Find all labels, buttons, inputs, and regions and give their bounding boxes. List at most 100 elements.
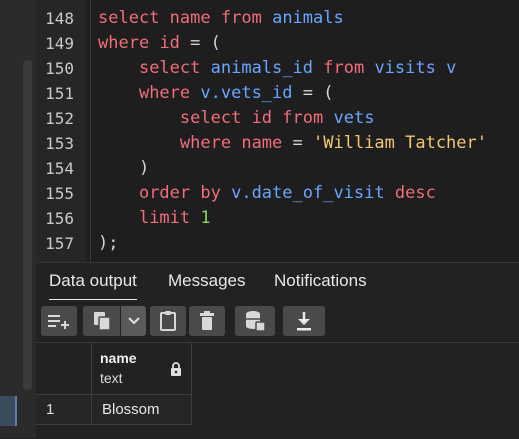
result-tabs: Data output Messages Notifications: [36, 262, 519, 301]
table-row[interactable]: 1: [36, 395, 92, 425]
code-token: 1: [200, 208, 211, 228]
code-token: = (: [292, 83, 334, 103]
code-token: 'William Tatcher': [313, 133, 487, 153]
code-token: animals: [272, 8, 344, 28]
code-line: where v.vets_id = (: [98, 81, 334, 106]
code-token: id: [159, 33, 180, 53]
paste-button[interactable]: [150, 306, 186, 336]
code-token: limit: [138, 208, 191, 228]
tab-messages[interactable]: Messages: [168, 263, 245, 299]
code-token: v.date_of_visit: [231, 183, 385, 203]
code-token: =: [282, 133, 313, 153]
line-number: 150: [45, 59, 74, 78]
save-data-icon: [246, 311, 266, 332]
table-cell[interactable]: Blossom: [92, 395, 192, 425]
download-button[interactable]: [283, 306, 325, 336]
line-number: 153: [45, 134, 74, 153]
chevron-down-icon: [127, 317, 140, 325]
code-line: ): [98, 156, 149, 181]
code-token: id: [251, 108, 273, 128]
line-number: 155: [45, 184, 74, 203]
code-line: select id from vets: [98, 106, 375, 131]
result-toolbar: [36, 300, 519, 342]
code-token: vets: [333, 108, 375, 128]
line-number: 154: [45, 159, 74, 178]
code-token: desc: [394, 183, 436, 203]
column-name: name: [100, 350, 137, 366]
code-line: order by v.date_of_visit desc: [98, 181, 436, 206]
code-token: = (: [179, 33, 221, 53]
column-header-name[interactable]: name text: [92, 343, 192, 395]
code-line: where name = 'William Tatcher': [98, 131, 487, 156]
line-number: 148: [45, 9, 74, 28]
code-token: where: [138, 83, 191, 103]
code-token: from: [282, 108, 324, 128]
code-token: v: [446, 58, 457, 78]
line-number: 151: [45, 84, 74, 103]
code-token: animals_id: [210, 58, 313, 78]
row-number: 1: [46, 401, 55, 418]
cell-value: Blossom: [102, 401, 160, 418]
code-token: name: [169, 8, 211, 28]
code-token: order by: [138, 183, 221, 203]
column-type: text: [100, 370, 123, 386]
code-token: visits: [374, 58, 436, 78]
save-data-button[interactable]: [235, 306, 275, 336]
code-token: where: [179, 133, 232, 153]
code-token: select: [98, 8, 160, 28]
line-number: 156: [45, 209, 74, 228]
code-token: v.vets_id: [200, 83, 293, 103]
line-number: 152: [45, 109, 74, 128]
code-token: ): [98, 158, 150, 178]
line-number: 149: [45, 34, 74, 53]
code-token: name: [241, 133, 283, 153]
scrollbar[interactable]: [23, 60, 32, 390]
add-row-button[interactable]: [41, 306, 77, 336]
code-token: from: [323, 58, 365, 78]
left-panel: [0, 0, 36, 438]
paste-icon: [160, 311, 176, 331]
copy-options-dropdown[interactable]: [121, 306, 146, 336]
line-number: 157: [45, 234, 74, 253]
code-token: select: [138, 58, 201, 78]
result-grid: name text 1 Blossom: [36, 342, 519, 439]
row-number-header: [36, 343, 92, 395]
code-line: limit 1: [98, 206, 211, 231]
delete-icon: [200, 311, 214, 330]
download-icon: [297, 312, 311, 331]
delete-button[interactable]: [189, 306, 225, 336]
code-line: );: [98, 231, 118, 256]
code-token: );: [98, 233, 119, 253]
copy-button[interactable]: [83, 306, 120, 336]
code-line: select name from animals: [98, 6, 344, 31]
add-row-icon: [48, 315, 69, 329]
selected-tree-item[interactable]: [0, 396, 17, 426]
code-token: from: [220, 8, 262, 28]
tab-data-output[interactable]: Data output: [49, 263, 137, 301]
query-editor[interactable]: 148 149 150 151 152 153 154 155 156 157 select nam…: [36, 0, 519, 262]
copy-icon: [93, 312, 111, 331]
gutter-separator: [90, 0, 91, 262]
tab-notifications[interactable]: Notifications: [274, 263, 367, 299]
code-line: where id = (: [98, 31, 221, 56]
